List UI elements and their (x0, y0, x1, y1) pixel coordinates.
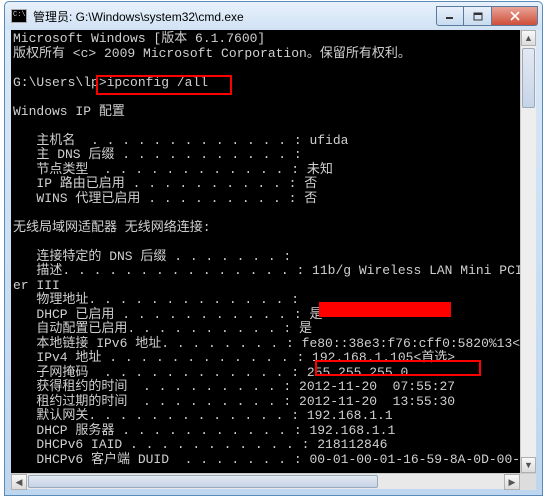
copyright-line: 版权所有 <c> 2009 Microsoft Corporation。保留所有… (13, 47, 536, 62)
mac-row: 物理地址. . . . . . . . . . . . . : (13, 293, 536, 308)
close-button[interactable] (492, 6, 538, 26)
cmd-window: 管理员: G:\Windows\system32\cmd.exe Microso… (4, 1, 543, 496)
window-title: 管理员: G:\Windows\system32\cmd.exe (33, 8, 436, 25)
dhcpv6-duid-row: DHCPv6 客户端 DUID . . . . . . . : 00-01-00… (13, 453, 536, 468)
prompt-line: G:\Users\lp>ipconfig /all (13, 76, 536, 91)
adapter-heading: 无线局域网适配器 无线网络连接: (13, 221, 536, 236)
ipv4-value: 192.168.1.105<首选> (312, 350, 455, 365)
wins-proxy-value: 否 (304, 191, 317, 206)
prompt: G:\Users\lp> (13, 75, 107, 90)
node-type-row: 节点类型 . . . . . . . . . . . . : 未知 (13, 163, 536, 178)
scroll-thumb[interactable] (522, 48, 535, 108)
scroll-track[interactable] (521, 46, 536, 457)
hostname-row: 主机名 . . . . . . . . . . . . . : ufida (13, 134, 536, 149)
dhcp-server-value: 192.168.1.1 (309, 423, 395, 438)
conn-dns-row: 连接特定的 DNS 后缀 . . . . . . . : (13, 250, 536, 265)
cmd-icon (11, 9, 27, 23)
banner-line: Microsoft Windows [版本 6.1.7600] (13, 32, 536, 47)
scroll-up-button[interactable]: ▲ (521, 30, 536, 46)
minimize-icon (445, 12, 455, 20)
description-row-2: er III (13, 279, 536, 294)
minimize-button[interactable] (436, 6, 464, 26)
dhcpv6-iaid-row: DHCPv6 IAID . . . . . . . . . . . : 2181… (13, 438, 536, 453)
close-icon (509, 11, 521, 21)
console-output[interactable]: Microsoft Windows [版本 6.1.7600]版权所有 <c> … (11, 30, 536, 489)
scroll-thumb-h[interactable] (28, 475, 378, 488)
dhcpv6-iaid-value: 218112846 (317, 437, 387, 452)
ip-routing-row: IP 路由已启用 . . . . . . . . . . : 否 (13, 177, 536, 192)
typed-command: ipconfig /all (107, 75, 208, 90)
dhcp-enabled-value: 是 (309, 307, 322, 322)
ipv6-linklocal-value: fe80::38e3:f76:cff0:5820%13<首 (302, 336, 533, 351)
scroll-down-button[interactable]: ▼ (521, 457, 536, 473)
scroll-corner (520, 474, 536, 490)
description-value: 11b/g Wireless LAN Mini PCI Ex (312, 263, 536, 278)
lease-expires-value: 2012-11-20 13:55:30 (299, 394, 455, 409)
autoconfig-value: 是 (299, 321, 312, 336)
subnet-value: 255.255.255.0 (307, 365, 408, 380)
ip-config-heading: Windows IP 配置 (13, 105, 536, 120)
maximize-button[interactable] (464, 6, 492, 26)
maximize-icon (473, 12, 483, 21)
gateway-row: 默认网关. . . . . . . . . . . . . : 192.168.… (13, 409, 536, 424)
autoconfig-row: 自动配置已启用. . . . . . . . . . : 是 (13, 322, 536, 337)
hostname-value: ufida (309, 133, 348, 148)
dhcp-enabled-row: DHCP 已启用 . . . . . . . . . . . : 是 (13, 308, 536, 323)
window-controls (436, 6, 538, 26)
wins-proxy-row: WINS 代理已启用 . . . . . . . . . : 否 (13, 192, 536, 207)
dhcp-server-row: DHCP 服务器 . . . . . . . . . . . : 192.168… (13, 424, 536, 439)
dhcpv6-duid-value: 00-01-00-01-16-59-8A-0D-00-22- (309, 452, 536, 467)
scroll-left-button[interactable]: ◀ (11, 474, 27, 490)
dns-suffix-row: 主 DNS 后缀 . . . . . . . . . . . : (13, 148, 536, 163)
titlebar[interactable]: 管理员: G:\Windows\system32\cmd.exe (5, 2, 542, 30)
gateway-value: 192.168.1.1 (307, 408, 393, 423)
scroll-right-button[interactable]: ▶ (504, 474, 520, 490)
vertical-scrollbar[interactable]: ▲ ▼ (520, 30, 536, 473)
subnet-row: 子网掩码 . . . . . . . . . . . . : 255.255.2… (13, 366, 536, 381)
node-type-value: 未知 (307, 162, 333, 177)
description-row: 描述. . . . . . . . . . . . . . . : 11b/g … (13, 264, 536, 279)
horizontal-scrollbar[interactable]: ◀ ▶ (11, 473, 536, 489)
ipv4-row: IPv4 地址 . . . . . . . . . . . . : 192.16… (13, 351, 536, 366)
lease-obtained-row: 获得租约的时间 . . . . . . . . . : 2012-11-20 0… (13, 380, 536, 395)
ipv6-linklocal-row: 本地链接 IPv6 地址. . . . . . . . : fe80::38e3… (13, 337, 536, 352)
lease-obtained-value: 2012-11-20 07:55:27 (299, 379, 455, 394)
ip-routing-value: 否 (304, 176, 317, 191)
lease-expires-row: 租约过期的时间 . . . . . . . . . : 2012-11-20 1… (13, 395, 536, 410)
